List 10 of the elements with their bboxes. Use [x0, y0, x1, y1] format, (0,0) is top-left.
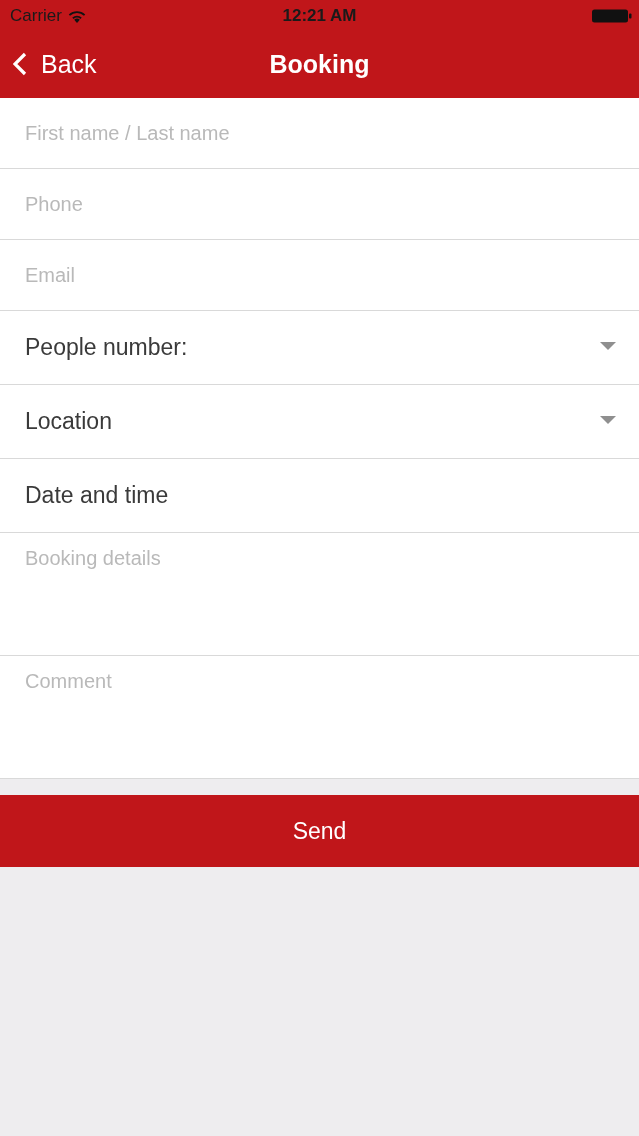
wifi-icon — [67, 9, 86, 23]
chevron-left-icon — [13, 52, 27, 76]
screen-title: Booking — [269, 49, 370, 79]
caret-down-icon — [600, 416, 616, 424]
status-time: 12:21 AM — [282, 6, 357, 26]
send-button[interactable]: Send — [0, 795, 639, 867]
battery-icon — [592, 9, 632, 23]
carrier-name: Carrier — [10, 6, 62, 26]
caret-down-icon — [600, 342, 616, 350]
back-button[interactable]: Back — [0, 45, 101, 83]
